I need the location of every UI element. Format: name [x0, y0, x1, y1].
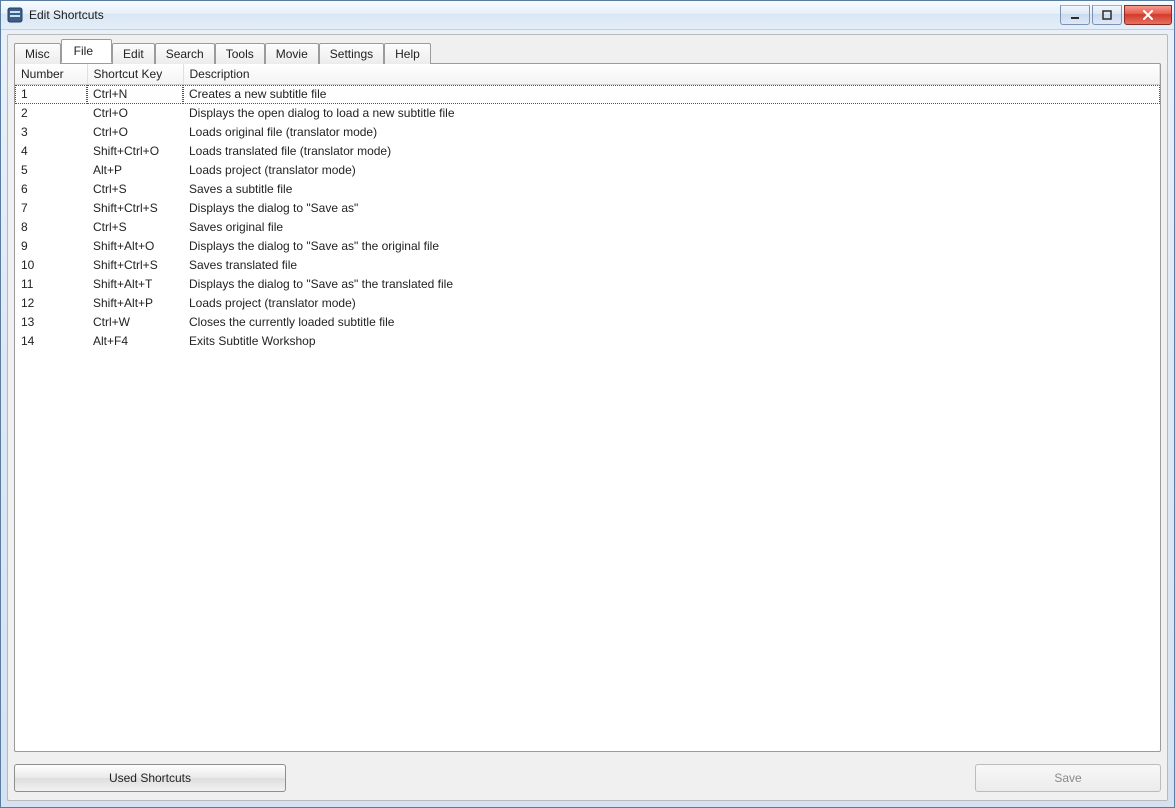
tab-label: Settings	[330, 47, 373, 61]
table-row[interactable]: 1Ctrl+NCreates a new subtitle file	[15, 85, 1160, 105]
tab-settings[interactable]: Settings	[319, 43, 384, 64]
cell-shortcut: Shift+Ctrl+S	[87, 199, 183, 218]
cell-number: 7	[15, 199, 87, 218]
used-shortcuts-button[interactable]: Used Shortcuts	[14, 764, 286, 792]
tab-label: Misc	[25, 47, 50, 61]
cell-description: Saves a subtitle file	[183, 180, 1160, 199]
tab-movie[interactable]: Movie	[265, 43, 319, 64]
cell-shortcut: Shift+Alt+T	[87, 275, 183, 294]
tab-label: Search	[166, 47, 204, 61]
button-label: Used Shortcuts	[109, 771, 191, 785]
tab-edit[interactable]: Edit	[112, 43, 155, 64]
cell-shortcut: Ctrl+O	[87, 104, 183, 123]
table-row[interactable]: 4Shift+Ctrl+OLoads translated file (tran…	[15, 142, 1160, 161]
tab-misc[interactable]: Misc	[14, 43, 61, 64]
table-row[interactable]: 9Shift+Alt+ODisplays the dialog to "Save…	[15, 237, 1160, 256]
cell-shortcut: Alt+F4	[87, 332, 183, 351]
tab-file[interactable]: File	[61, 39, 112, 63]
cell-shortcut: Shift+Ctrl+S	[87, 256, 183, 275]
cell-shortcut: Ctrl+S	[87, 180, 183, 199]
tab-page-file: Number Shortcut Key Description 1Ctrl+NC…	[14, 63, 1161, 752]
cell-number: 12	[15, 294, 87, 313]
window-title: Edit Shortcuts	[29, 8, 1060, 22]
cell-description: Displays the open dialog to load a new s…	[183, 104, 1160, 123]
client-area: Misc File Edit Search Tools Movie Settin…	[7, 34, 1168, 801]
cell-number: 1	[15, 85, 87, 105]
table-row[interactable]: 11Shift+Alt+TDisplays the dialog to "Sav…	[15, 275, 1160, 294]
cell-number: 13	[15, 313, 87, 332]
table-row[interactable]: 13Ctrl+WCloses the currently loaded subt…	[15, 313, 1160, 332]
cell-description: Displays the dialog to "Save as"	[183, 199, 1160, 218]
cell-number: 6	[15, 180, 87, 199]
tab-label: Movie	[276, 47, 308, 61]
table-row[interactable]: 8Ctrl+SSaves original file	[15, 218, 1160, 237]
maximize-button[interactable]	[1092, 5, 1122, 25]
shortcuts-table: Number Shortcut Key Description 1Ctrl+NC…	[15, 64, 1160, 351]
table-row[interactable]: 3Ctrl+OLoads original file (translator m…	[15, 123, 1160, 142]
tab-label: Help	[395, 47, 420, 61]
tab-help[interactable]: Help	[384, 43, 431, 64]
cell-shortcut: Shift+Ctrl+O	[87, 142, 183, 161]
tab-label: Tools	[226, 47, 254, 61]
cell-description: Exits Subtitle Workshop	[183, 332, 1160, 351]
cell-description: Loads project (translator mode)	[183, 294, 1160, 313]
tab-tools[interactable]: Tools	[215, 43, 265, 64]
cell-description: Creates a new subtitle file	[183, 85, 1160, 105]
cell-description: Saves original file	[183, 218, 1160, 237]
cell-shortcut: Ctrl+S	[87, 218, 183, 237]
cell-number: 3	[15, 123, 87, 142]
cell-description: Closes the currently loaded subtitle fil…	[183, 313, 1160, 332]
cell-description: Loads original file (translator mode)	[183, 123, 1160, 142]
col-header-shortcut[interactable]: Shortcut Key	[87, 64, 183, 85]
button-label: Save	[1054, 771, 1081, 785]
cell-number: 9	[15, 237, 87, 256]
cell-number: 2	[15, 104, 87, 123]
bottom-button-bar: Used Shortcuts Save	[14, 752, 1161, 794]
table-row[interactable]: 14Alt+F4Exits Subtitle Workshop	[15, 332, 1160, 351]
cell-number: 4	[15, 142, 87, 161]
cell-shortcut: Shift+Alt+P	[87, 294, 183, 313]
titlebar[interactable]: Edit Shortcuts	[1, 1, 1174, 30]
save-button[interactable]: Save	[975, 764, 1161, 792]
cell-shortcut: Ctrl+N	[87, 85, 183, 105]
table-row[interactable]: 10Shift+Ctrl+SSaves translated file	[15, 256, 1160, 275]
close-button[interactable]	[1124, 5, 1172, 25]
table-row[interactable]: 2Ctrl+ODisplays the open dialog to load …	[15, 104, 1160, 123]
cell-description: Displays the dialog to "Save as" the ori…	[183, 237, 1160, 256]
cell-number: 8	[15, 218, 87, 237]
table-row[interactable]: 7Shift+Ctrl+SDisplays the dialog to "Sav…	[15, 199, 1160, 218]
cell-shortcut: Shift+Alt+O	[87, 237, 183, 256]
cell-description: Loads project (translator mode)	[183, 161, 1160, 180]
cell-description: Displays the dialog to "Save as" the tra…	[183, 275, 1160, 294]
cell-number: 10	[15, 256, 87, 275]
table-row[interactable]: 12Shift+Alt+PLoads project (translator m…	[15, 294, 1160, 313]
tab-label: Edit	[123, 47, 144, 61]
table-row[interactable]: 6Ctrl+SSaves a subtitle file	[15, 180, 1160, 199]
cell-number: 11	[15, 275, 87, 294]
cell-description: Loads translated file (translator mode)	[183, 142, 1160, 161]
table-header-row: Number Shortcut Key Description	[15, 64, 1160, 85]
tabstrip: Misc File Edit Search Tools Movie Settin…	[14, 39, 1161, 63]
cell-shortcut: Ctrl+W	[87, 313, 183, 332]
cell-number: 14	[15, 332, 87, 351]
window-control-buttons	[1060, 5, 1172, 25]
shortcuts-listview[interactable]: Number Shortcut Key Description 1Ctrl+NC…	[15, 64, 1160, 751]
cell-number: 5	[15, 161, 87, 180]
cell-shortcut: Ctrl+O	[87, 123, 183, 142]
col-header-number[interactable]: Number	[15, 64, 87, 85]
cell-shortcut: Alt+P	[87, 161, 183, 180]
tab-label: File	[74, 44, 93, 58]
window-frame: Edit Shortcuts Misc File Edit Search Too…	[0, 0, 1175, 808]
table-row[interactable]: 5Alt+PLoads project (translator mode)	[15, 161, 1160, 180]
app-icon	[7, 7, 23, 23]
tab-search[interactable]: Search	[155, 43, 215, 64]
cell-description: Saves translated file	[183, 256, 1160, 275]
col-header-description[interactable]: Description	[183, 64, 1160, 85]
minimize-button[interactable]	[1060, 5, 1090, 25]
